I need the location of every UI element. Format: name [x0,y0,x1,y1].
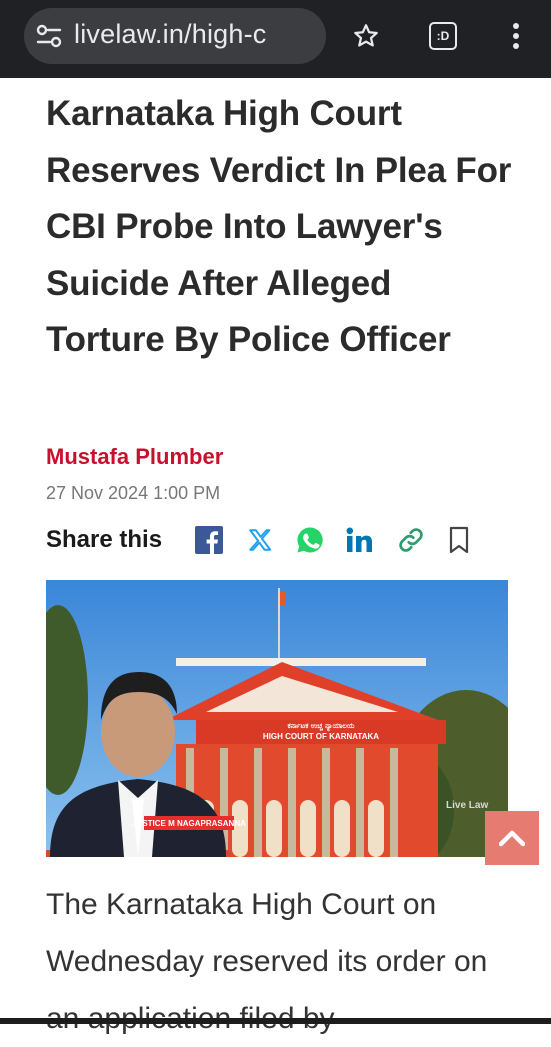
page-info-icon[interactable] [36,24,62,48]
facebook-share-button[interactable] [192,522,226,558]
article-headline: Karnataka High Court Reserves Verdict In… [46,94,512,359]
linkedin-share-button[interactable] [344,522,378,558]
high-court-illustration: ಕರ್ನಾಟಕ ಉಚ್ಚ ನ್ಯಾಯಾಲಯ HIGH COURT OF KARN… [46,580,508,857]
whatsapp-share-button[interactable] [293,522,327,558]
tab-switcher-icon: :D [429,22,457,50]
facebook-icon [195,526,223,554]
more-vert-icon [513,23,519,49]
caption-text: JUSTICE M NAGAPRASANNA [132,819,246,828]
share-label: Share this [46,526,163,553]
bookmark-icon [449,526,469,554]
address-bar[interactable]: livelaw.in/high-c [24,8,326,64]
menu-button[interactable] [494,14,538,58]
bookmark-star-button[interactable] [344,14,388,58]
hero-image: ಕರ್ನಾಟಕ ಉಚ್ಚ ನ್ಯಾಯಾಲಯ HIGH COURT OF KARN… [46,580,508,857]
building-sign: HIGH COURT OF KARNATAKA [263,732,379,741]
browser-toolbar: livelaw.in/high-c :D [0,0,551,78]
author-link[interactable]: Mustafa Plumber [46,444,223,470]
link-icon [399,528,423,552]
star-icon [354,24,378,47]
copy-link-button[interactable] [394,522,428,558]
tab-count: :D [436,29,450,43]
publish-date: 27 Nov 2024 1:00 PM [46,483,221,503]
url-text[interactable]: livelaw.in/high-c [74,19,267,50]
bottom-edge [0,1018,551,1024]
watermark-logo: Live Law [446,800,488,811]
linkedin-icon [346,527,372,552]
scroll-to-top-button[interactable] [485,811,539,865]
person-face [101,687,175,777]
share-bar: Share this [46,522,486,562]
x-share-button[interactable] [243,522,277,558]
tab-switcher-button[interactable]: :D [421,14,465,58]
chevron-up-icon [499,830,525,847]
whatsapp-icon [297,527,323,553]
x-icon [249,529,272,551]
bookmark-button[interactable] [442,522,476,558]
